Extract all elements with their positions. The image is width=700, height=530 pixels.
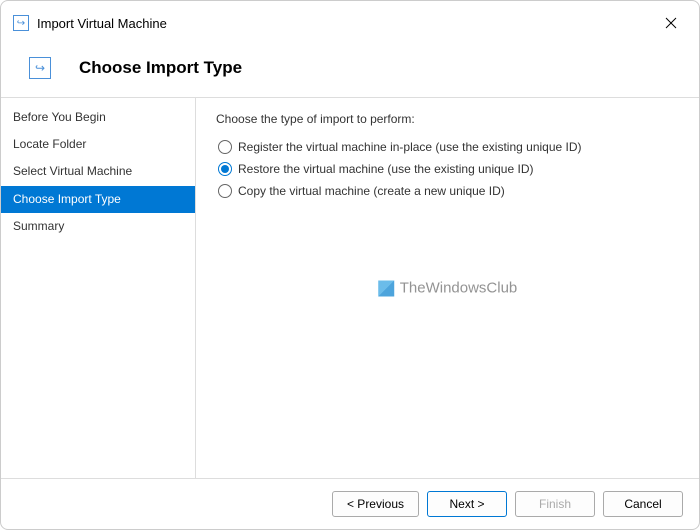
app-icon: ↪	[13, 15, 29, 31]
cancel-button[interactable]: Cancel	[603, 491, 683, 517]
radio-icon	[218, 162, 232, 176]
button-bar: < Previous Next > Finish Cancel	[1, 478, 699, 529]
previous-button[interactable]: < Previous	[332, 491, 419, 517]
import-type-radio-group: Register the virtual machine in-place (u…	[218, 140, 679, 198]
finish-button: Finish	[515, 491, 595, 517]
wizard-header: ↪ Choose Import Type	[1, 45, 699, 98]
radio-label: Restore the virtual machine (use the exi…	[238, 162, 533, 176]
main-panel: Choose the type of import to perform: Re…	[196, 98, 699, 478]
sidebar-item-choose-import-type[interactable]: Choose Import Type	[1, 186, 195, 213]
watermark-text: TheWindowsClub	[400, 280, 518, 297]
titlebar: ↪ Import Virtual Machine	[1, 1, 699, 45]
sidebar-item-select-vm[interactable]: Select Virtual Machine	[1, 158, 195, 185]
watermark-icon	[378, 280, 394, 296]
import-icon: ↪	[29, 57, 51, 79]
radio-label: Register the virtual machine in-place (u…	[238, 140, 582, 154]
next-button[interactable]: Next >	[427, 491, 507, 517]
radio-label: Copy the virtual machine (create a new u…	[238, 184, 505, 198]
close-button[interactable]	[655, 9, 687, 37]
radio-register-in-place[interactable]: Register the virtual machine in-place (u…	[218, 140, 679, 154]
sidebar-item-summary[interactable]: Summary	[1, 213, 195, 240]
radio-icon	[218, 140, 232, 154]
radio-restore[interactable]: Restore the virtual machine (use the exi…	[218, 162, 679, 176]
page-title: Choose Import Type	[79, 58, 242, 78]
instruction-text: Choose the type of import to perform:	[216, 112, 679, 126]
content-area: Before You Begin Locate Folder Select Vi…	[1, 98, 699, 478]
radio-copy[interactable]: Copy the virtual machine (create a new u…	[218, 184, 679, 198]
radio-icon	[218, 184, 232, 198]
window-title: Import Virtual Machine	[37, 16, 655, 31]
wizard-steps-sidebar: Before You Begin Locate Folder Select Vi…	[1, 98, 196, 478]
sidebar-item-locate-folder[interactable]: Locate Folder	[1, 131, 195, 158]
sidebar-item-before-you-begin[interactable]: Before You Begin	[1, 104, 195, 131]
close-icon	[665, 17, 677, 29]
watermark: TheWindowsClub	[378, 280, 518, 297]
